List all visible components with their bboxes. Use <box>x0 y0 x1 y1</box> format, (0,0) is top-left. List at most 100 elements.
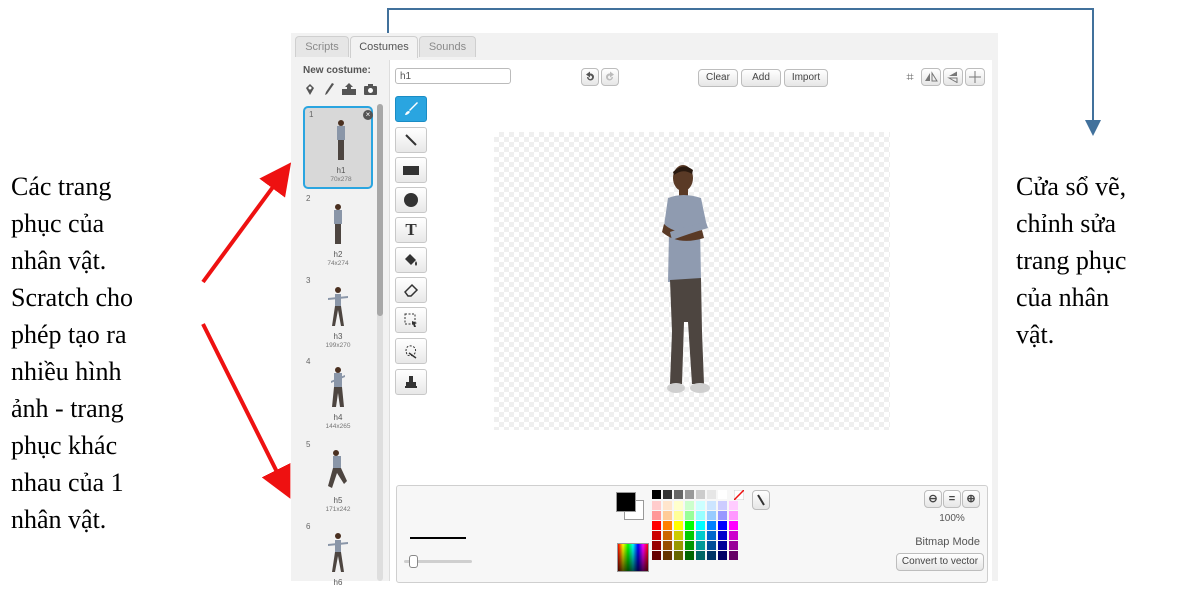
color-swatch[interactable] <box>663 511 672 520</box>
add-button[interactable]: Add <box>741 69 781 87</box>
color-swatch[interactable] <box>707 531 716 540</box>
color-swatch[interactable] <box>718 541 727 550</box>
upload-icon[interactable] <box>341 82 357 96</box>
costume-item-5[interactable]: 5 h5 171x242 <box>302 438 374 521</box>
delete-costume-icon[interactable]: × <box>363 110 373 120</box>
ellipse-tool[interactable] <box>395 187 427 213</box>
color-swatch[interactable] <box>685 551 694 560</box>
color-swatch[interactable] <box>674 541 683 550</box>
color-swatch[interactable] <box>718 490 727 499</box>
camera-icon[interactable] <box>363 82 378 96</box>
color-swatch[interactable] <box>674 531 683 540</box>
color-swatch[interactable] <box>718 511 727 520</box>
color-swatch[interactable] <box>718 531 727 540</box>
color-swatch[interactable] <box>685 521 694 530</box>
color-swatch[interactable] <box>696 521 705 530</box>
tab-scripts[interactable]: Scripts <box>295 36 349 57</box>
costume-item-6[interactable]: 6 h6 <box>302 520 374 603</box>
color-swatch[interactable] <box>652 501 661 510</box>
zoom-out-button[interactable]: ⊖ <box>924 490 942 508</box>
color-swatch[interactable] <box>707 511 716 520</box>
primary-color-swatch[interactable] <box>616 492 636 512</box>
crop-icon[interactable]: ⌗ <box>902 69 918 85</box>
color-swatch[interactable] <box>685 541 694 550</box>
magic-select-tool[interactable] <box>395 338 427 364</box>
color-swatch[interactable] <box>718 551 727 560</box>
color-swatch[interactable] <box>685 531 694 540</box>
costume-item-4[interactable]: 4 h4 144x265 <box>302 355 374 438</box>
color-swatch[interactable] <box>729 501 738 510</box>
transparent-swatch[interactable] <box>734 490 744 500</box>
color-swatch[interactable] <box>674 511 683 520</box>
color-swatch[interactable] <box>696 541 705 550</box>
color-swatch[interactable] <box>652 531 661 540</box>
import-button[interactable]: Import <box>784 69 828 87</box>
color-swatch[interactable] <box>674 551 683 560</box>
convert-to-vector-button[interactable]: Convert to vector <box>896 553 984 571</box>
color-swatch[interactable] <box>663 541 672 550</box>
redo-button[interactable] <box>601 68 619 86</box>
color-swatch[interactable] <box>707 490 716 499</box>
clear-button[interactable]: Clear <box>698 69 738 87</box>
color-swatch[interactable] <box>652 511 661 520</box>
color-swatch[interactable] <box>685 511 694 520</box>
eyedropper-button[interactable] <box>752 490 770 510</box>
stamp-tool[interactable] <box>395 369 427 395</box>
color-swatch[interactable] <box>696 501 705 510</box>
zoom-reset-button[interactable]: = <box>943 490 961 508</box>
color-swatch[interactable] <box>674 521 683 530</box>
paint-new-icon[interactable] <box>303 82 317 96</box>
color-swatch[interactable] <box>685 501 694 510</box>
tab-costumes[interactable]: Costumes <box>350 36 418 58</box>
tab-sounds[interactable]: Sounds <box>419 36 476 57</box>
color-swatch[interactable] <box>729 551 738 560</box>
color-swatch[interactable] <box>696 511 705 520</box>
color-swatch[interactable] <box>663 531 672 540</box>
text-tool[interactable]: T <box>395 217 427 243</box>
color-swatch[interactable] <box>652 521 661 530</box>
color-swatch[interactable] <box>729 521 738 530</box>
costume-list-scroll-thumb[interactable] <box>377 104 383 316</box>
color-swatch[interactable] <box>707 541 716 550</box>
color-swatch[interactable] <box>696 490 705 499</box>
color-swatch[interactable] <box>663 551 672 560</box>
eraser-tool[interactable] <box>395 277 427 303</box>
color-swatch[interactable] <box>718 521 727 530</box>
costume-item-1[interactable]: 1 × h1 70x278 <box>303 106 373 189</box>
color-swatch[interactable] <box>652 490 661 499</box>
color-swatch[interactable] <box>696 531 705 540</box>
brush-size-slider-handle[interactable] <box>409 555 418 568</box>
color-swatch[interactable] <box>663 521 672 530</box>
zoom-in-button[interactable]: ⊕ <box>962 490 980 508</box>
flip-horizontal-button[interactable] <box>921 68 941 86</box>
undo-button[interactable] <box>581 68 599 86</box>
costume-name-input[interactable] <box>395 68 511 84</box>
costume-item-2[interactable]: 2 h2 74x274 <box>302 192 374 275</box>
costume-name: h5 <box>333 496 343 505</box>
brush-tool[interactable] <box>395 96 427 122</box>
color-swatch[interactable] <box>707 501 716 510</box>
color-swatch[interactable] <box>707 551 716 560</box>
color-swatch[interactable] <box>652 551 661 560</box>
color-swatch[interactable] <box>729 531 738 540</box>
color-swatch[interactable] <box>729 511 738 520</box>
costume-item-3[interactable]: 3 h3 199x270 <box>302 274 374 357</box>
color-swatch[interactable] <box>685 490 694 499</box>
select-tool[interactable] <box>395 307 427 333</box>
brush-icon[interactable] <box>323 82 335 96</box>
rectangle-tool[interactable] <box>395 157 427 183</box>
color-swatch[interactable] <box>674 501 683 510</box>
line-tool[interactable] <box>395 127 427 153</box>
color-swatch[interactable] <box>663 490 672 499</box>
color-spectrum-picker[interactable] <box>617 543 649 572</box>
color-swatch[interactable] <box>729 541 738 550</box>
fill-tool[interactable] <box>395 247 427 273</box>
color-swatch[interactable] <box>663 501 672 510</box>
color-swatch[interactable] <box>674 490 683 499</box>
color-swatch[interactable] <box>696 551 705 560</box>
flip-vertical-button[interactable] <box>943 68 963 86</box>
color-swatch[interactable] <box>652 541 661 550</box>
color-swatch[interactable] <box>718 501 727 510</box>
color-swatch[interactable] <box>707 521 716 530</box>
set-center-button[interactable] <box>965 68 985 86</box>
